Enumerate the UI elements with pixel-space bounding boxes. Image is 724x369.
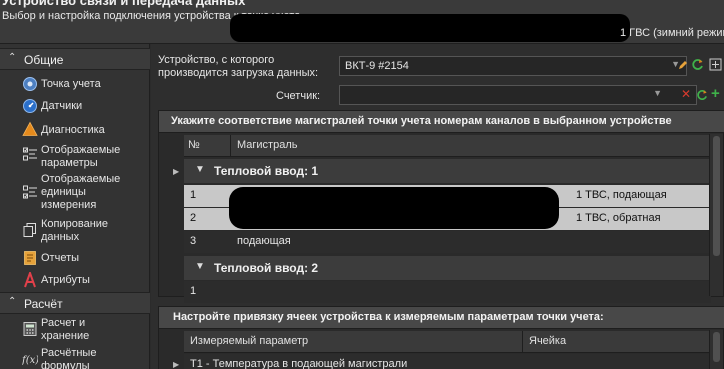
redacted-area — [230, 14, 630, 42]
row-number: 1 — [190, 285, 197, 297]
column-line: Магистраль — [237, 139, 298, 151]
chevron-down-icon: ▼ — [653, 88, 662, 98]
counter-select[interactable]: ▼ — [339, 85, 697, 105]
sidebar-item-sensors[interactable]: Датчики — [0, 96, 150, 116]
sidebar: ⌃ Общие Точка учета Датчики Диагностика … — [0, 44, 150, 369]
table-row[interactable]: 1 — [184, 281, 711, 303]
channels-panel: Укажите соответствие магистралей точки у… — [158, 110, 724, 303]
sidebar-item-label: Расчет и хранение — [41, 317, 90, 342]
main-content: Устройство, с которого производится загр… — [151, 44, 724, 369]
section-calculation[interactable]: ⌃ Расчёт — [0, 292, 150, 314]
group-label: Тепловой ввод: 2 — [214, 261, 319, 275]
point-name-text: 1 ГВС (зимний режим — [620, 27, 724, 39]
group-row[interactable]: ▼ Тепловой ввод: 2 — [184, 256, 711, 280]
sidebar-item-meter-point[interactable]: Точка учета — [0, 74, 150, 94]
warning-icon — [22, 121, 38, 136]
sidebar-item-label: Точка учета — [41, 78, 101, 90]
chevron-down-icon: ▼ — [195, 164, 205, 175]
table-row[interactable]: 3 подающая — [184, 231, 711, 253]
row-number: 1 — [190, 189, 197, 201]
channels-panel-header: Укажите соответствие магистралей точки у… — [159, 111, 724, 133]
sidebar-item-display-units[interactable]: Отображаемые единицы измерения — [0, 172, 150, 214]
attributes-icon — [24, 272, 36, 288]
refresh-icon[interactable] — [691, 58, 704, 71]
sidebar-item-attributes[interactable]: Атрибуты — [0, 270, 150, 290]
channels-column-header: № Магистраль — [184, 135, 711, 157]
units-icon — [23, 185, 37, 199]
sidebar-item-calc-storage[interactable]: Расчет и хранение — [0, 316, 150, 344]
channels-scrollbar[interactable] — [709, 134, 723, 296]
row-number: 3 — [190, 235, 197, 247]
device-select[interactable]: ВКТ-9 #2154 ▼ — [339, 56, 687, 76]
section-label: Расчёт — [24, 297, 63, 311]
params-icon — [23, 147, 37, 161]
binding-panel-title: Настройте привязку ячеек устройства к из… — [173, 311, 604, 323]
row-line-name: 1 ТВС, подающая — [576, 189, 667, 201]
row-indicator-icon: ▶ — [173, 360, 180, 369]
redacted-area — [229, 187, 559, 229]
section-label: Общие — [24, 53, 64, 67]
copy-icon — [23, 223, 36, 237]
table-row[interactable]: Т1 - Температура в подающей магистрали — [184, 354, 711, 369]
sidebar-item-copy-data[interactable]: Копирование данных — [0, 216, 150, 244]
edit-device-icon[interactable] — [677, 59, 689, 71]
sidebar-item-label: Датчики — [41, 100, 83, 112]
counter-label: Счетчик: — [276, 90, 321, 102]
binding-panel-header: Настройте привязку ячеек устройства к из… — [159, 307, 724, 329]
section-general[interactable]: ⌃ Общие — [0, 48, 150, 70]
reports-icon — [24, 251, 36, 265]
sidebar-item-diagnostics[interactable]: Диагностика — [0, 120, 150, 140]
chevron-up-icon: ⌃ — [8, 296, 17, 307]
group-label: Тепловой ввод: 1 — [214, 164, 319, 178]
page-title: Устройство связи и передача данных — [2, 0, 246, 8]
row-parameter: Т1 - Температура в подающей магистрали — [190, 358, 408, 369]
row-line-name: 1 ТВС, обратная — [576, 212, 661, 224]
formula-icon: f(x) — [22, 355, 38, 366]
sidebar-item-display-params[interactable]: Отображаемые параметры — [0, 142, 150, 170]
sidebar-item-label: Копирование данных — [41, 218, 109, 243]
row-indicator-icon: ▶ — [173, 167, 180, 176]
sidebar-item-formulas[interactable]: f(x) Расчётные формулы — [0, 346, 150, 369]
sidebar-item-label: Расчётные формулы — [41, 347, 97, 369]
row-number: 2 — [190, 212, 197, 224]
sidebar-item-label: Отображаемые единицы измерения — [41, 173, 121, 211]
device-select-value: ВКТ-9 #2154 — [345, 60, 409, 72]
chevron-down-icon: ▼ — [195, 261, 205, 272]
sidebar-item-label: Отчеты — [41, 252, 80, 264]
open-settings-icon[interactable] — [709, 58, 722, 71]
column-number: № — [188, 139, 200, 151]
scrollbar-thumb[interactable] — [713, 332, 720, 362]
device-label: Устройство, с которого производится загр… — [158, 54, 319, 79]
column-divider — [522, 331, 523, 353]
sidebar-item-reports[interactable]: Отчеты — [0, 248, 150, 268]
sidebar-item-label: Отображаемые параметры — [41, 144, 121, 169]
chevron-up-icon: ⌃ — [8, 52, 17, 63]
channels-panel-title: Укажите соответствие магистралей точки у… — [171, 115, 672, 127]
column-cell: Ячейка — [529, 335, 567, 347]
add-counter-icon[interactable]: + — [711, 85, 720, 102]
sidebar-item-label: Диагностика — [41, 124, 105, 136]
meter-point-icon — [23, 77, 37, 91]
refresh-counter-icon[interactable] — [696, 89, 708, 101]
group-row[interactable]: ▼ Тепловой ввод: 1 — [184, 159, 711, 183]
sensor-icon — [23, 99, 37, 113]
sidebar-item-label: Атрибуты — [41, 274, 90, 286]
calc-icon — [23, 322, 37, 336]
binding-column-header: Измеряемый параметр Ячейка — [184, 331, 711, 353]
binding-scrollbar[interactable] — [709, 330, 723, 369]
scrollbar-thumb[interactable] — [713, 136, 720, 256]
page-header: Устройство связи и передача данных Выбор… — [0, 0, 724, 44]
clear-icon[interactable]: ✕ — [681, 87, 691, 101]
svg-text:f(x): f(x) — [22, 355, 38, 366]
column-divider — [230, 135, 231, 157]
row-line-name: подающая — [237, 235, 291, 247]
column-parameter: Измеряемый параметр — [190, 335, 309, 347]
binding-panel: Настройте привязку ячеек устройства к из… — [158, 306, 724, 369]
